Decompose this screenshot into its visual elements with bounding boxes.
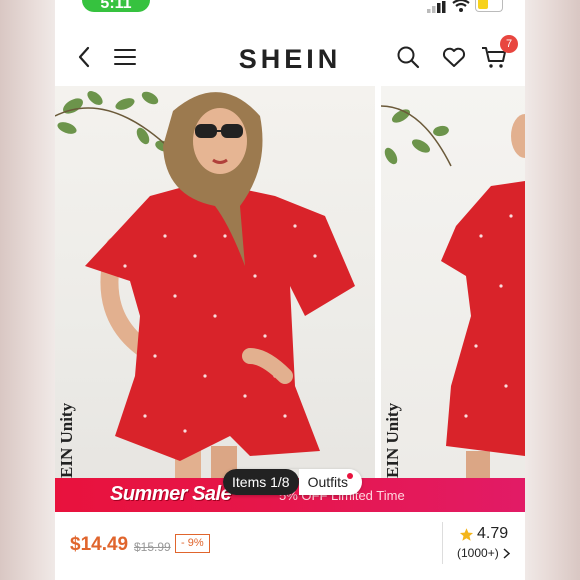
heart-icon[interactable] <box>439 42 469 72</box>
divider <box>442 522 443 564</box>
tab-outfits[interactable]: Outfits <box>298 469 363 495</box>
brand-watermark: EIN Unity <box>57 402 76 478</box>
model-illustration <box>55 91 355 512</box>
search-icon[interactable] <box>393 42 423 72</box>
signal-icon <box>427 1 446 13</box>
brand-watermark-side: EIN Unity <box>383 402 402 478</box>
cart-count-badge: 7 <box>500 35 518 53</box>
phone-screen: 5:11 SHEIN 7 EIN Unity EIN Unity Summer … <box>55 0 525 580</box>
star-icon <box>459 527 474 541</box>
discount-badge: - 9% <box>175 534 210 553</box>
status-bar: 5:11 <box>55 0 525 14</box>
reviews-link[interactable]: (1000+) <box>457 546 510 560</box>
tab-items[interactable]: Items 1/8 <box>223 469 299 495</box>
battery-icon <box>475 0 503 12</box>
chevron-right-icon <box>503 547 510 559</box>
sale-price: $14.49 <box>70 534 129 555</box>
product-gallery[interactable]: EIN Unity EIN Unity Summer Sale 5% OFF L… <box>55 86 525 512</box>
rating-summary[interactable]: 4.79 <box>459 525 508 543</box>
gallery-tabs: Items 1/8 Outfits <box>223 469 363 495</box>
product-photo-next[interactable]: EIN Unity <box>381 86 525 512</box>
wifi-icon <box>452 0 470 12</box>
top-navigation: SHEIN 7 <box>55 30 525 86</box>
original-price: $15.99 <box>134 540 171 554</box>
rating-value: 4.79 <box>477 525 509 542</box>
sale-banner-title: Summer Sale <box>110 483 232 505</box>
review-count: (1000+) <box>457 546 499 560</box>
new-indicator-dot <box>347 473 354 479</box>
tab-outfits-label: Outfits <box>307 474 349 490</box>
product-photo-main[interactable]: EIN Unity <box>55 86 375 512</box>
price-section: $14.49 $15.99 - 9% 4.79 (1000+) <box>55 512 525 580</box>
status-time: 5:11 <box>82 0 150 12</box>
